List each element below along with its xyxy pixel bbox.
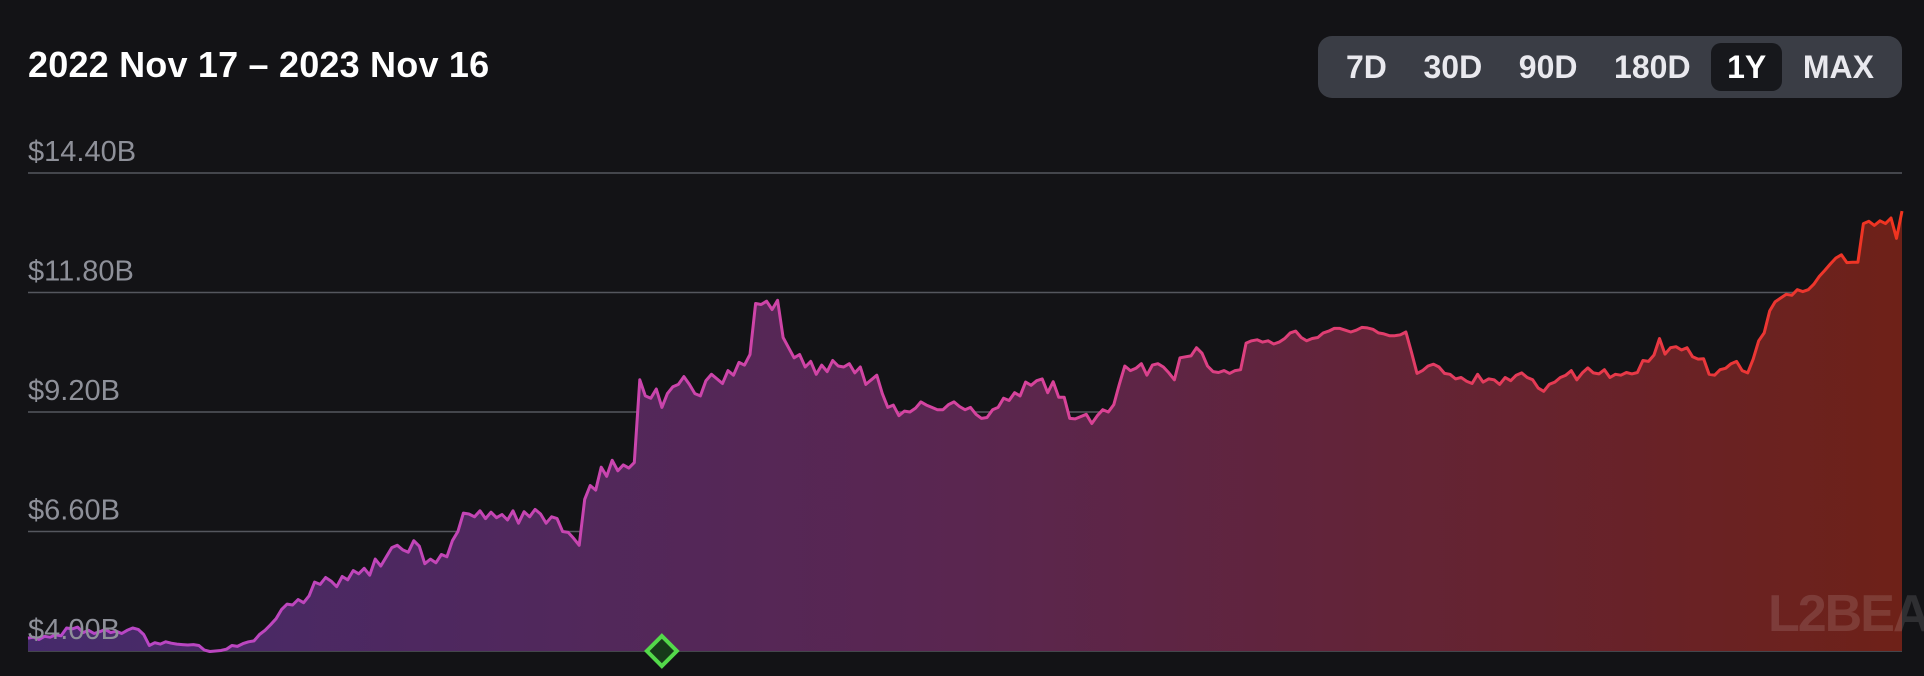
y-axis-tick-label: $9.20B — [28, 375, 120, 407]
l2beat-watermark: L2BEAT — [1768, 585, 1924, 643]
y-axis-labels: $4.00B $6.60B $9.20B $11.80B $14.40B — [28, 136, 136, 646]
y-axis-tick-label: $11.80B — [28, 256, 134, 288]
y-axis-tick-label: $6.60B — [28, 495, 120, 527]
tvl-area-chart[interactable]: $4.00B $6.60B $9.20B $11.80B $14.40B L2BEAT — [0, 0, 1924, 676]
y-axis-tick-label: $4.00B — [28, 614, 120, 646]
series-area-fill — [28, 211, 1902, 652]
series-area — [27, 210, 1904, 653]
y-axis-tick-label: $14.40B — [28, 136, 136, 168]
